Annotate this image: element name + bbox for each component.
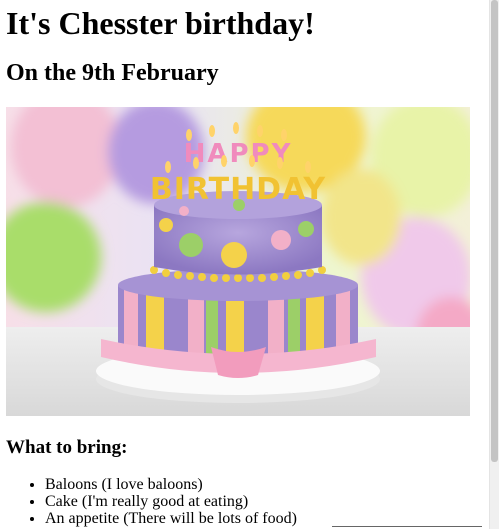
cake-text-birthday: BIRTHDAY xyxy=(150,172,327,207)
page-subtitle: On the 9th February xyxy=(6,60,219,86)
scrollbar-thumb[interactable] xyxy=(491,0,498,462)
list-item: Baloons (I love baloons) xyxy=(45,476,297,493)
page-title: It's Chesster birthday! xyxy=(6,5,315,41)
bring-heading: What to bring: xyxy=(6,437,128,458)
bring-list: Baloons (I love baloons) Cake (I'm reall… xyxy=(0,476,297,527)
page-content: It's Chesster birthday! On the 9th Febru… xyxy=(0,0,489,529)
birthday-cake-photo: HAPPY BIRTHDAY xyxy=(6,107,470,416)
cake-text-happy: HAPPY xyxy=(184,139,293,169)
input-underline xyxy=(332,526,482,527)
list-item: Cake (I'm really good at eating) xyxy=(45,493,297,510)
vertical-scrollbar[interactable] xyxy=(489,0,499,529)
list-item: An appetite (There will be lots of food) xyxy=(45,510,297,527)
